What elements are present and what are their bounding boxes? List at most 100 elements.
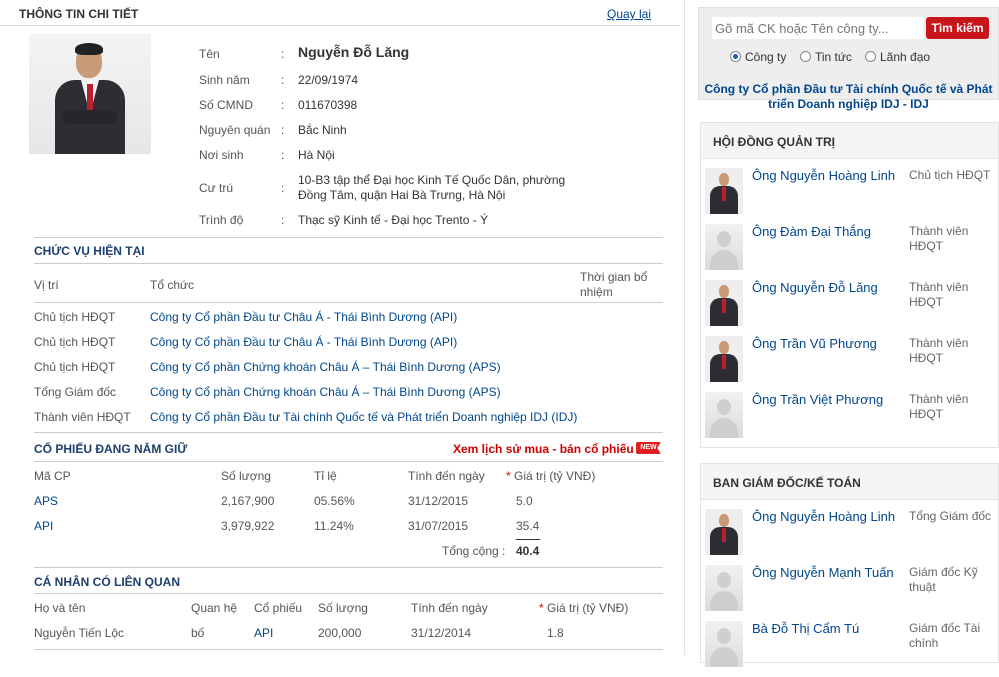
col-stock-code: Mã CP — [34, 469, 71, 483]
value-hometown: Bắc Ninh — [298, 123, 347, 137]
col-related-as-of: Tính đến ngày — [411, 601, 488, 615]
member-role: Thành viên HĐQT — [909, 336, 969, 365]
value-id-number: 011670398 — [298, 98, 358, 112]
avatar — [705, 509, 743, 555]
organization-link[interactable]: Công ty Cổ phần Chứng khoán Châu Á – Thá… — [150, 360, 501, 374]
member-name-link[interactable]: Ông Nguyễn Đỗ Lăng — [752, 280, 878, 295]
search-button[interactable]: Tìm kiếm — [926, 17, 989, 39]
total-value: 40.4 — [516, 544, 540, 558]
value-education: Thạc sỹ Kinh tế - Đại học Trento - Ý — [298, 213, 489, 227]
management-member: Bà Đỗ Thị Cẩm Tú Giám đốc Tài chính — [701, 621, 998, 677]
detail-panel: THÔNG TIN CHI TIẾT Quay lại Tên : Nguyễn… — [0, 0, 680, 655]
member-name-link[interactable]: Ông Nguyễn Mạnh Tuấn — [752, 565, 894, 580]
total-label: Tổng cộng : — [442, 544, 506, 558]
value-birthplace: Hà Nội — [298, 148, 335, 162]
value-residence: 10-B3 tập thể Đại học Kinh Tế Quốc Dân, … — [298, 173, 566, 202]
board-panel: HỘI ĐỒNG QUẢN TRỊ Ông Nguyễn Hoàng Linh … — [700, 122, 999, 448]
radio-leaders[interactable]: Lãnh đạo — [865, 50, 930, 64]
member-name-link[interactable]: Ông Đàm Đại Thắng — [752, 224, 871, 239]
organization-link[interactable]: Công ty Cổ phần Đầu tư Tài chính Quốc tế… — [150, 410, 577, 424]
col-as-of: Tính đến ngày — [408, 469, 485, 483]
avatar-placeholder — [705, 565, 743, 611]
avatar — [705, 280, 743, 326]
label-hometown: Nguyên quán — [199, 123, 271, 137]
avatar-placeholder — [705, 224, 743, 270]
organization-link[interactable]: Công ty Cổ phần Chứng khoán Châu Á – Thá… — [150, 385, 501, 399]
quantity-cell: 3,979,922 — [221, 519, 275, 533]
stock-code-link[interactable]: API — [34, 519, 53, 533]
member-name-link[interactable]: Bà Đỗ Thị Cẩm Tú — [752, 621, 859, 636]
member-role: Thành viên HĐQT — [909, 280, 969, 309]
as-of-cell: 31/12/2015 — [408, 494, 469, 508]
value-birth-year: 22/09/1974 — [298, 73, 359, 87]
management-title: BAN GIÁM ĐỐC/KẾ TOÁN — [713, 476, 861, 490]
label-id-number: Số CMND — [199, 98, 254, 112]
col-position: Vị trí — [34, 278, 59, 292]
back-link[interactable]: Quay lại — [607, 7, 651, 21]
organization-link[interactable]: Công ty Cổ phần Đầu tư Châu Á - Thái Bìn… — [150, 335, 457, 349]
related-as-of-cell: 31/12/2014 — [411, 626, 472, 640]
member-role: Thành viên HĐQT — [909, 224, 969, 253]
board-member: Ông Nguyễn Hoàng Linh Chủ tịch HĐQT — [701, 168, 998, 224]
member-name-link[interactable]: Ông Trần Việt Phương — [752, 392, 883, 407]
avatar-placeholder — [705, 392, 743, 438]
organization-link[interactable]: Công ty Cổ phần Đầu tư Châu Á - Thái Bìn… — [150, 310, 457, 324]
member-name-link[interactable]: Ông Nguyễn Hoàng Linh — [752, 509, 895, 524]
col-related-value: Giá trị (tỷ VNĐ) — [547, 601, 629, 615]
position-cell: Thành viên HĐQT — [34, 410, 131, 424]
member-role: Giám đốc Tài chính — [909, 621, 981, 650]
management-member: Ông Nguyễn Hoàng Linh Tổng Giám đốc — [701, 509, 998, 565]
col-organization: Tổ chức — [150, 278, 195, 292]
member-role: Thành viên HĐQT — [909, 392, 969, 421]
board-member: Ông Trần Vũ Phương Thành viên HĐQT — [701, 336, 998, 392]
column-divider — [684, 0, 685, 655]
related-title: CÁ NHÂN CÓ LIÊN QUAN — [34, 575, 180, 589]
position-cell: Chủ tịch HĐQT — [34, 360, 116, 374]
ratio-cell: 11.24% — [314, 519, 354, 533]
stock-code-link[interactable]: APS — [34, 494, 58, 508]
radio-icon — [800, 51, 811, 62]
radio-news[interactable]: Tin tức — [800, 50, 852, 64]
avatar — [705, 336, 743, 382]
member-role: Chủ tịch HĐQT — [909, 168, 991, 182]
as-of-cell: 31/07/2015 — [408, 519, 469, 533]
member-name-link[interactable]: Ông Nguyễn Hoàng Linh — [752, 168, 895, 183]
label-name: Tên — [199, 47, 220, 61]
member-name-link[interactable]: Ông Trần Vũ Phương — [752, 336, 877, 351]
search-input[interactable] — [712, 17, 923, 39]
col-related-quantity: Số lượng — [318, 601, 368, 615]
value-cell: 35.4 — [516, 519, 540, 533]
label-education: Trình độ — [199, 213, 244, 227]
board-member: Ông Trần Việt Phương Thành viên HĐQT — [701, 392, 998, 448]
required-star: * — [506, 469, 511, 483]
management-panel: BAN GIÁM ĐỐC/KẾ TOÁN Ông Nguyễn Hoàng Li… — [700, 463, 999, 667]
board-title: HỘI ĐỒNG QUẢN TRỊ — [713, 135, 835, 149]
company-link[interactable]: Công ty Cổ phần Đầu tư Tài chính Quốc tế… — [698, 82, 999, 112]
position-cell: Chủ tịch HĐQT — [34, 310, 116, 324]
trade-history-link[interactable]: Xem lịch sử mua - bán cổ phiếu — [453, 442, 634, 456]
value-name: Nguyễn Đỗ Lăng — [298, 44, 410, 60]
col-value: Giá trị (tỷ VNĐ) — [514, 469, 596, 483]
right-sidebar: Tìm kiếm Công ty Tin tức Lãnh đạo Công t… — [698, 0, 999, 667]
value-cell: 5.0 — [516, 494, 533, 508]
label-birthplace: Nơi sinh — [199, 148, 244, 162]
related-stock-link[interactable]: API — [254, 626, 273, 640]
col-related-stock: Cổ phiếu — [254, 601, 303, 615]
board-member: Ông Đàm Đại Thắng Thành viên HĐQT — [701, 224, 998, 280]
profile-photo — [29, 34, 151, 154]
positions-title: CHỨC VỤ HIỆN TẠI — [34, 244, 145, 258]
col-quantity: Số lượng — [221, 469, 271, 483]
related-name-cell: Nguyễn Tiến Lộc — [34, 626, 125, 640]
page-title: THÔNG TIN CHI TIẾT — [19, 7, 139, 21]
col-ratio: Tỉ lệ — [314, 469, 337, 483]
label-residence: Cư trú — [199, 181, 234, 195]
col-appointed: Thời gian bổ nhiệm — [580, 270, 648, 299]
col-relation: Quan hệ — [191, 601, 238, 615]
label-birth-year: Sinh năm — [199, 73, 250, 87]
radio-company[interactable]: Công ty — [730, 50, 786, 64]
ratio-cell: 05.56% — [314, 494, 355, 508]
position-cell: Tổng Giám đốc — [34, 385, 117, 399]
quantity-cell: 2,167,900 — [221, 494, 275, 508]
avatar-placeholder — [705, 621, 743, 667]
title-divider — [0, 25, 680, 26]
